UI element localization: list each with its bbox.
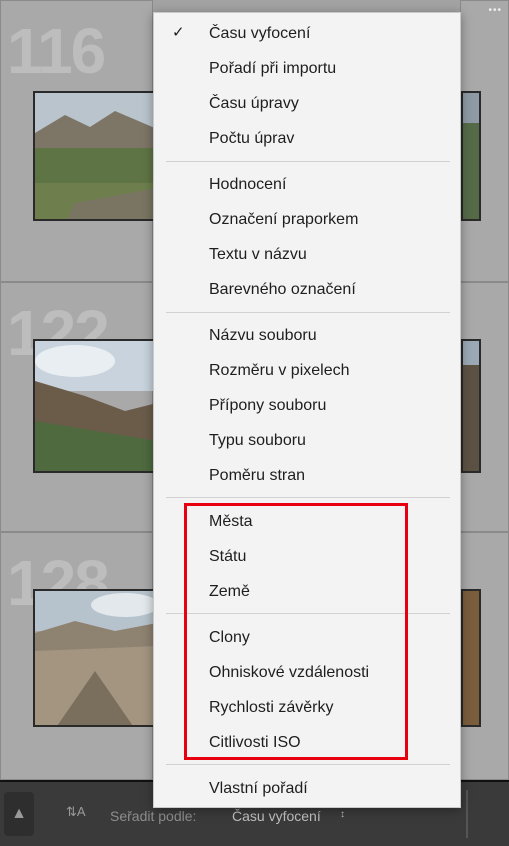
menu-item-file-type[interactable]: Typu souboru: [209, 430, 306, 452]
sort-az-icon[interactable]: ⇅A: [66, 804, 86, 820]
sort-menu: ✓ Času vyfocení Pořadí při importu Času …: [153, 12, 461, 808]
menu-item-import-order[interactable]: Pořadí při importu: [209, 58, 336, 80]
photo-thumbnail[interactable]: [461, 91, 481, 221]
menu-separator: [166, 497, 450, 498]
menu-item-aspect-ratio[interactable]: Poměru stran: [209, 465, 305, 487]
landscape-photo: [463, 93, 479, 219]
sort-label: Seřadit podle:: [110, 808, 197, 824]
menu-item-pixel-size[interactable]: Rozměru v pixelech: [209, 360, 350, 382]
menu-item-title-text[interactable]: Textu v názvu: [209, 244, 307, 266]
grid-cell[interactable]: •••: [460, 0, 509, 282]
menu-item-focal-length[interactable]: Ohniskové vzdálenosti: [209, 662, 369, 684]
checkmark-icon: ✓: [172, 24, 185, 41]
menu-item-shutter-speed[interactable]: Rychlosti závěrky: [209, 697, 333, 719]
cell-number: 116: [7, 15, 106, 87]
menu-item-country[interactable]: Země: [209, 581, 250, 603]
spray-can-icon[interactable]: ▲: [4, 792, 34, 836]
chevron-updown-icon[interactable]: ↕: [340, 809, 345, 820]
photo-thumbnail[interactable]: [461, 589, 481, 727]
menu-item-aperture[interactable]: Clony: [209, 627, 250, 649]
menu-item-edit-count[interactable]: Počtu úprav: [209, 128, 294, 150]
menu-separator: [166, 161, 450, 162]
menu-item-extension[interactable]: Přípony souboru: [209, 395, 326, 417]
landscape-photo: [463, 341, 479, 471]
menu-item-flag[interactable]: Označení praporkem: [209, 209, 358, 231]
menu-item-rating[interactable]: Hodnocení: [209, 174, 286, 196]
grid-cell[interactable]: [460, 282, 509, 532]
landscape-photo: [35, 591, 153, 725]
menu-item-file-name[interactable]: Názvu souboru: [209, 325, 317, 347]
toolbar-divider: [466, 790, 468, 838]
landscape-photo: [35, 93, 153, 219]
sort-dropdown[interactable]: Času vyfocení: [232, 808, 321, 824]
landscape-photo: [463, 591, 479, 725]
photo-thumbnail[interactable]: [33, 91, 155, 221]
menu-item-capture-time[interactable]: Času vyfocení: [209, 23, 310, 45]
photo-thumbnail[interactable]: [33, 339, 155, 473]
menu-separator: [166, 764, 450, 765]
menu-item-state[interactable]: Státu: [209, 546, 246, 568]
menu-item-iso[interactable]: Citlivosti ISO: [209, 732, 301, 754]
photo-thumbnail[interactable]: [33, 589, 155, 727]
menu-separator: [166, 312, 450, 313]
menu-item-city[interactable]: Města: [209, 511, 253, 533]
menu-item-custom-order[interactable]: Vlastní pořadí: [209, 778, 308, 800]
grid-cell[interactable]: 122: [0, 282, 155, 532]
menu-item-edit-time[interactable]: Času úpravy: [209, 93, 299, 115]
grid-cell[interactable]: [460, 532, 509, 780]
photo-thumbnail[interactable]: [461, 339, 481, 473]
landscape-photo: [35, 341, 153, 471]
grid-cell[interactable]: 116: [0, 0, 155, 282]
grid-cell[interactable]: 128: [0, 532, 155, 780]
menu-separator: [166, 613, 450, 614]
more-options-icon[interactable]: •••: [488, 5, 502, 16]
menu-item-color-label[interactable]: Barevného označení: [209, 279, 356, 301]
